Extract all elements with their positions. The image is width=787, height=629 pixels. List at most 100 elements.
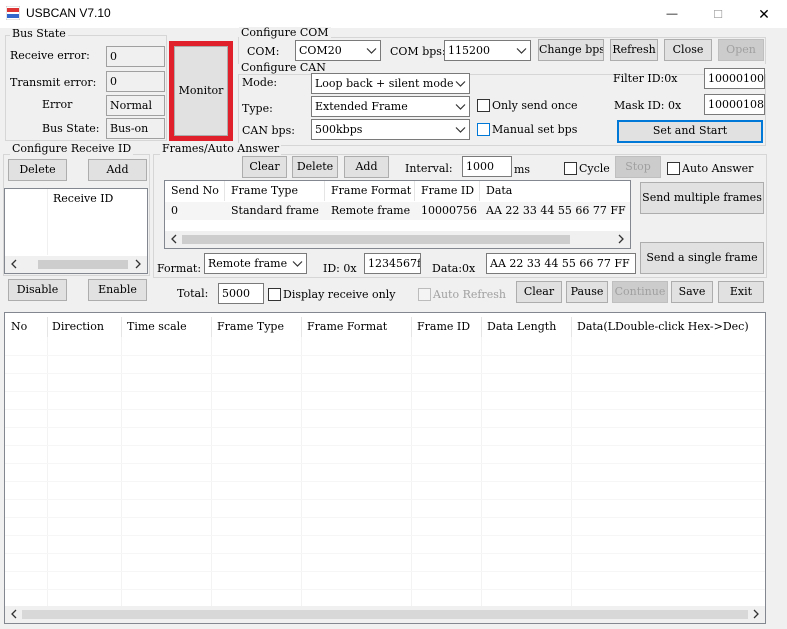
interval-label: Interval: (405, 162, 453, 175)
receive-error-label: Receive error: (10, 49, 90, 62)
com-bps-label: COM bps: (390, 45, 446, 58)
log-column-data[interactable]: Data(LDouble-click Hex->Dec) (571, 317, 749, 337)
frame-data-label: Data:0x (432, 262, 476, 275)
manual-set-bps-checkbox[interactable] (477, 123, 490, 136)
frames-list[interactable]: Send No Frame Type Frame Format Frame ID… (164, 180, 631, 249)
total-input[interactable]: 5000 (218, 283, 264, 304)
log-column-time-scale[interactable]: Time scale (121, 317, 187, 337)
filter-id-input[interactable]: 10000100 (704, 68, 765, 89)
log-column-no[interactable]: No (5, 317, 27, 337)
display-receive-only-label: Display receive only (283, 288, 396, 301)
auto-answer-checkbox[interactable] (667, 162, 680, 175)
type-select[interactable]: Extended Frame (311, 96, 470, 117)
change-bps-button[interactable]: Change bps (538, 39, 604, 61)
table-row[interactable]: 0 Standard frame Remote frame 10000756 A… (165, 202, 630, 220)
can-bps-select[interactable]: 500kbps (311, 119, 470, 140)
monitor-highlight-frame: Monitor (169, 41, 233, 141)
close-com-button[interactable]: Close (664, 39, 712, 61)
cycle-label: Cycle (579, 162, 610, 175)
exit-button[interactable]: Exit (718, 281, 764, 303)
minimize-icon: — (666, 8, 678, 20)
frames-hscroll[interactable] (165, 231, 630, 248)
chevron-down-icon (516, 48, 527, 54)
open-com-button[interactable]: Open (718, 39, 764, 61)
log-column-data-length[interactable]: Data Length (481, 317, 556, 337)
frames-column-frame-format[interactable]: Frame Format (325, 181, 411, 201)
frames-column-frame-id[interactable]: Frame ID (415, 181, 474, 201)
auto-refresh-label: Auto Refresh (433, 288, 506, 301)
frames-column-frame-type[interactable]: Frame Type (225, 181, 298, 201)
log-column-frame-id[interactable]: Frame ID (411, 317, 470, 337)
disable-button[interactable]: Disable (8, 279, 67, 301)
error-value: Normal (106, 95, 165, 116)
receive-id-title: Configure Receive ID (10, 142, 134, 155)
format-select[interactable]: Remote frame (204, 253, 307, 274)
cycle-checkbox[interactable] (564, 162, 577, 175)
enable-button[interactable]: Enable (88, 279, 147, 301)
mask-id-input[interactable]: 10000108 (704, 94, 765, 115)
minimize-button[interactable]: — (649, 0, 695, 28)
bus-state-label: Bus State: (42, 122, 100, 135)
mode-label: Mode: (242, 76, 278, 89)
type-label: Type: (242, 102, 273, 115)
save-button[interactable]: Save (671, 281, 713, 303)
pause-button[interactable]: Pause (566, 281, 608, 303)
chevron-down-icon (455, 104, 466, 110)
delete-receive-id-button[interactable]: Delete (8, 159, 67, 181)
chevron-right-icon[interactable] (615, 233, 627, 245)
only-send-once-label: Only send once (492, 99, 578, 112)
mode-select[interactable]: Loop back + silent mode (311, 73, 470, 94)
close-window-button[interactable]: ✕ (741, 0, 787, 28)
auto-refresh-checkbox[interactable] (418, 288, 431, 301)
transmit-error-value: 0 (106, 71, 165, 92)
log-column-frame-type[interactable]: Frame Type (211, 317, 284, 337)
chevron-left-icon[interactable] (8, 258, 20, 270)
receive-id-hscroll[interactable] (5, 256, 147, 273)
receive-id-column-header[interactable]: Receive ID (47, 189, 113, 209)
mode-select-value: Loop back + silent mode (315, 77, 454, 90)
clear-frames-button[interactable]: Clear (242, 156, 287, 178)
add-receive-id-button[interactable]: Add (88, 159, 147, 181)
frames-column-send-no[interactable]: Send No (165, 181, 219, 201)
chevron-right-icon[interactable] (750, 608, 762, 620)
frames-column-data[interactable]: Data (480, 181, 512, 201)
frame-data-input[interactable]: AA 22 33 44 55 66 77 FF (486, 253, 636, 274)
mask-id-label: Mask ID: 0x (614, 99, 682, 112)
stop-button[interactable]: Stop (615, 156, 661, 178)
receive-id-list[interactable]: Receive ID (4, 188, 148, 274)
display-receive-only-checkbox[interactable] (268, 288, 281, 301)
send-multiple-frames-button[interactable]: Send multiple frames (640, 182, 764, 214)
chevron-down-icon (292, 261, 303, 267)
refresh-button[interactable]: Refresh (610, 39, 658, 61)
clear-log-button[interactable]: Clear (516, 281, 562, 303)
configure-com-title: Configure COM (239, 26, 331, 39)
add-frame-button[interactable]: Add (344, 156, 389, 178)
maximize-button[interactable]: ☐ (695, 0, 741, 28)
frames-title: Frames/Auto Answer (160, 142, 282, 155)
receive-log-table[interactable]: No Direction Time scale Frame Type Frame… (4, 312, 766, 624)
maximize-icon: ☐ (713, 8, 723, 21)
chevron-right-icon[interactable] (132, 258, 144, 270)
auto-answer-label: Auto Answer (682, 162, 754, 175)
transmit-error-label: Transmit error: (10, 76, 97, 89)
interval-input[interactable]: 1000 (462, 156, 512, 177)
continue-button[interactable]: Continue (612, 281, 668, 303)
log-hscroll[interactable] (5, 606, 765, 623)
set-and-start-button[interactable]: Set and Start (617, 120, 763, 143)
only-send-once-checkbox[interactable] (477, 99, 490, 112)
send-single-frame-button[interactable]: Send a single frame (640, 242, 764, 274)
chevron-left-icon[interactable] (8, 608, 20, 620)
bus-state-value: Bus-on (106, 118, 165, 139)
format-label: Format: (157, 262, 202, 275)
com-bps-select[interactable]: 115200 (444, 40, 531, 61)
window-title: USBCAN V7.10 (26, 6, 111, 20)
chevron-left-icon[interactable] (168, 233, 180, 245)
frame-id-input[interactable]: 1234567f (364, 253, 421, 274)
chevron-down-icon (366, 48, 377, 54)
monitor-button[interactable]: Monitor (174, 46, 228, 136)
log-grid (5, 337, 765, 607)
log-column-frame-format[interactable]: Frame Format (301, 317, 387, 337)
delete-frame-button[interactable]: Delete (292, 156, 338, 178)
com-select[interactable]: COM20 (295, 40, 381, 61)
log-column-direction[interactable]: Direction (46, 317, 104, 337)
